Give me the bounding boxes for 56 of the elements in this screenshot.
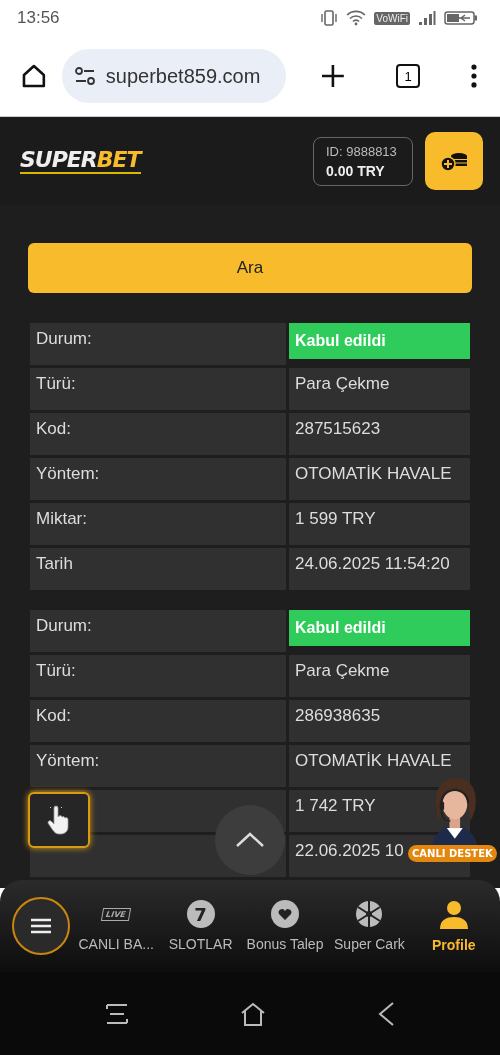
wifi-icon (346, 10, 367, 26)
label-cell: Kod: (30, 413, 286, 455)
search-button[interactable]: Ara (28, 243, 472, 293)
superbet-logo[interactable]: SUPERBET (20, 148, 141, 174)
home-icon[interactable] (240, 1001, 266, 1026)
menu-button[interactable] (12, 897, 70, 955)
user-icon (438, 899, 469, 929)
coins-icon (439, 150, 469, 172)
tab-count-button[interactable]: 1 (396, 64, 421, 88)
value-cell: 287515623 (289, 413, 470, 455)
nav-item[interactable]: Super Cark (327, 900, 412, 952)
label-cell: Durum: (30, 610, 286, 652)
menu-icon (31, 918, 51, 934)
battery-icon (444, 10, 478, 26)
label-cell: Kod: (30, 700, 286, 742)
slots-icon: 7 (186, 900, 215, 928)
live-icon: LIVE (101, 907, 132, 921)
deposit-button[interactable] (425, 132, 483, 190)
value-cell: OTOMATİK HAVALE (289, 745, 470, 787)
more-menu-icon[interactable] (470, 64, 478, 88)
site-settings-icon[interactable] (73, 66, 96, 86)
vibrate-icon (320, 10, 339, 26)
value-cell: 24.06.2025 11:54:20 (289, 548, 470, 590)
nav-item[interactable]: LIVE CANLI BA... (74, 900, 159, 952)
wheel-icon (355, 900, 384, 928)
value-cell: 286938635 (289, 700, 470, 742)
label-cell: Yöntem: (30, 458, 286, 500)
new-tab-icon[interactable] (320, 63, 347, 89)
status-cell: Kabul edildi (289, 610, 470, 646)
status-cell: Kabul edildi (289, 323, 470, 359)
label-cell: Türü: (30, 655, 286, 697)
account-id: ID: 9888813 (326, 143, 398, 159)
label-cell: Miktar: (30, 503, 286, 545)
nav-item[interactable]: Profile (411, 899, 497, 953)
value-cell: Para Çekme (289, 655, 470, 697)
home-icon[interactable] (20, 62, 48, 90)
account-box[interactable]: ID: 9888813 0.00 TRY (313, 136, 413, 186)
url-text: superbet859.com (105, 64, 261, 88)
nav-item[interactable]: Bonus Talep (242, 900, 328, 952)
signal-icon (418, 10, 436, 26)
value-cell: OTOMATİK HAVALE (289, 458, 470, 500)
vowifi-badge: VoWiFi (374, 11, 410, 25)
value-cell: Para Çekme (289, 368, 470, 410)
value-cell: 1 599 TRY (289, 503, 470, 545)
recents-icon[interactable] (106, 1002, 128, 1025)
label-cell: Yöntem: (30, 745, 286, 787)
status-time: 13:56 (17, 8, 60, 28)
balance: 0.00 TRY (326, 162, 386, 179)
tap-button[interactable] (28, 792, 90, 848)
chevron-up-icon (235, 832, 265, 848)
back-icon[interactable] (378, 1001, 394, 1026)
label-cell: Durum: (30, 323, 286, 365)
label-cell: Tarih (30, 548, 286, 590)
label-cell: Türü: (30, 368, 286, 410)
nav-item[interactable]: 7 SLOTLAR (158, 900, 243, 952)
address-bar[interactable]: superbet859.com (61, 49, 287, 103)
